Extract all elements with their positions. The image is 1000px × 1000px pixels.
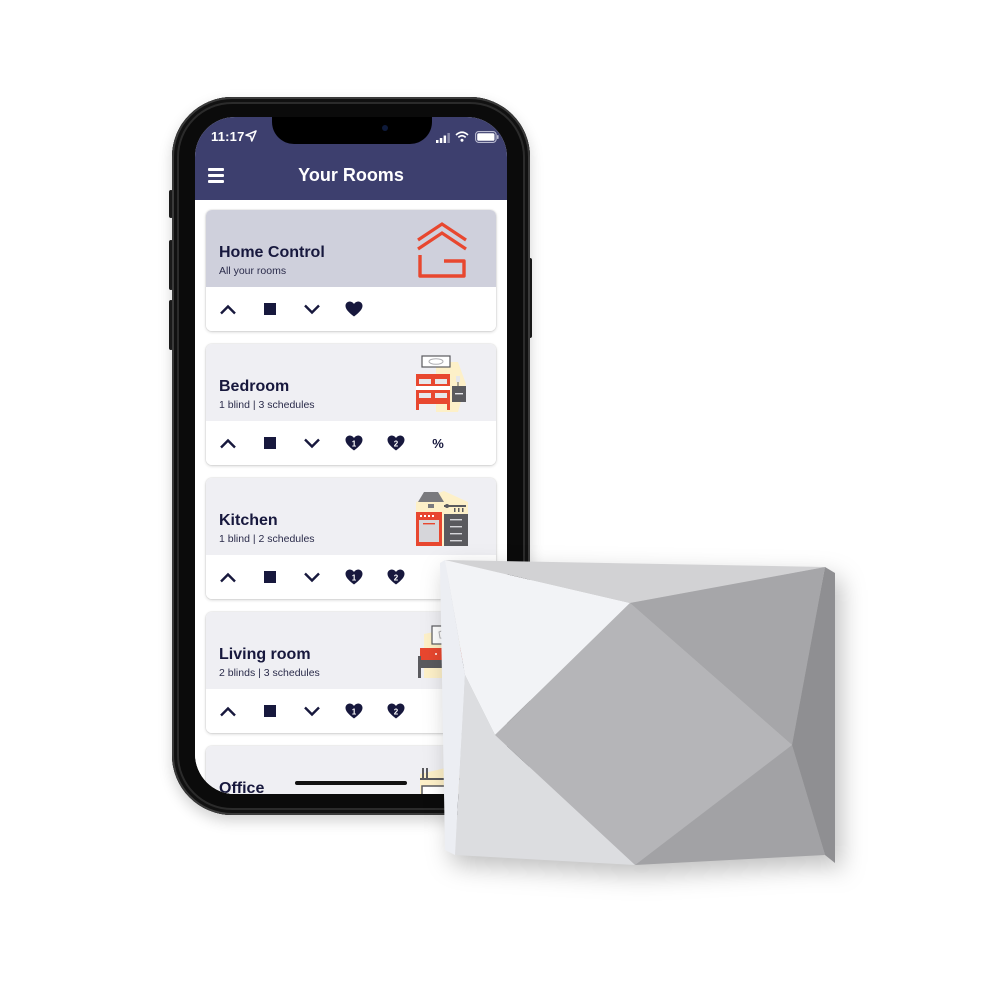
room-subtitle: 1 blind | 3 schedules bbox=[219, 399, 315, 411]
heart-1-icon: 1 bbox=[345, 703, 363, 719]
room-card-header[interactable]: Bedroom 1 blind | 3 schedules bbox=[206, 344, 496, 421]
heart-icon bbox=[345, 301, 363, 317]
close-down-button[interactable] bbox=[301, 433, 323, 453]
stop-button[interactable] bbox=[259, 433, 281, 453]
room-name: Bedroom bbox=[219, 378, 290, 395]
chevron-down-icon bbox=[304, 438, 320, 448]
cellular-signal-icon bbox=[436, 133, 450, 143]
open-up-button[interactable] bbox=[217, 299, 239, 319]
stop-button[interactable] bbox=[259, 567, 281, 587]
room-card-home-control[interactable]: Home Control All your rooms bbox=[206, 210, 496, 331]
geometric-hub-device bbox=[440, 560, 835, 865]
heart-number: 2 bbox=[394, 440, 399, 449]
open-up-button[interactable] bbox=[217, 567, 239, 587]
room-card-header[interactable]: Home Control All your rooms bbox=[206, 210, 496, 287]
status-time: 11:17 bbox=[211, 129, 245, 144]
stop-button[interactable] bbox=[259, 701, 281, 721]
front-camera bbox=[382, 125, 388, 131]
close-down-button[interactable] bbox=[301, 567, 323, 587]
room-subtitle: 1 blind | 2 schedules bbox=[219, 533, 315, 545]
heart-2-icon: 2 bbox=[387, 569, 405, 585]
room-name: Office bbox=[219, 780, 265, 794]
room-card-header[interactable]: Kitchen 1 blind | 2 schedules bbox=[206, 478, 496, 555]
percentage-button[interactable]: % bbox=[427, 433, 449, 453]
close-down-button[interactable] bbox=[301, 299, 323, 319]
chevron-down-icon bbox=[304, 572, 320, 582]
favourite-2-button[interactable]: 2 bbox=[385, 567, 407, 587]
room-card-bedroom[interactable]: Bedroom 1 blind | 3 schedules 1 2 % bbox=[206, 344, 496, 465]
chevron-up-icon bbox=[220, 572, 236, 582]
chevron-down-icon bbox=[304, 304, 320, 314]
favourite-1-button[interactable]: 1 bbox=[343, 433, 365, 453]
chevron-up-icon bbox=[220, 706, 236, 716]
home-control-logo-icon bbox=[417, 222, 467, 278]
room-name: Living room bbox=[219, 646, 311, 663]
room-controls bbox=[206, 287, 496, 331]
notch bbox=[272, 117, 432, 144]
room-name: Kitchen bbox=[219, 512, 278, 529]
chevron-up-icon bbox=[220, 438, 236, 448]
heart-2-icon: 2 bbox=[387, 435, 405, 451]
heart-1-icon: 1 bbox=[345, 569, 363, 585]
stop-square-icon bbox=[264, 303, 276, 315]
open-up-button[interactable] bbox=[217, 433, 239, 453]
favourite-2-button[interactable]: 2 bbox=[385, 433, 407, 453]
open-up-button[interactable] bbox=[217, 701, 239, 721]
stop-button[interactable] bbox=[259, 299, 281, 319]
home-indicator[interactable] bbox=[295, 781, 407, 785]
heart-number: 1 bbox=[352, 440, 357, 449]
stop-square-icon bbox=[264, 705, 276, 717]
room-subtitle: All your rooms bbox=[219, 265, 287, 277]
heart-number: 2 bbox=[394, 574, 399, 583]
stop-square-icon bbox=[264, 571, 276, 583]
bedroom-illustration-icon bbox=[416, 355, 466, 412]
kitchen-illustration-icon bbox=[416, 491, 468, 546]
page-title: Your Rooms bbox=[298, 165, 404, 185]
favourite-1-button[interactable]: 1 bbox=[343, 701, 365, 721]
heart-1-icon: 1 bbox=[345, 435, 363, 451]
percent-symbol: % bbox=[432, 436, 444, 450]
percent-icon: % bbox=[432, 436, 444, 450]
chevron-down-icon bbox=[304, 706, 320, 716]
heart-number: 1 bbox=[352, 574, 357, 583]
favourite-2-button[interactable]: 2 bbox=[385, 701, 407, 721]
location-arrow-icon bbox=[245, 130, 257, 142]
room-subtitle: 2 blinds | 3 schedules bbox=[219, 667, 320, 679]
favourite-button[interactable] bbox=[343, 299, 365, 319]
heart-2-icon: 2 bbox=[387, 703, 405, 719]
battery-icon bbox=[475, 131, 499, 143]
close-down-button[interactable] bbox=[301, 701, 323, 721]
wifi-icon bbox=[455, 131, 469, 142]
heart-number: 2 bbox=[394, 708, 399, 717]
chevron-up-icon bbox=[220, 304, 236, 314]
stop-square-icon bbox=[264, 437, 276, 449]
room-controls: 1 2 % bbox=[206, 421, 496, 465]
favourite-1-button[interactable]: 1 bbox=[343, 567, 365, 587]
heart-number: 1 bbox=[352, 708, 357, 717]
room-name: Home Control bbox=[219, 244, 325, 261]
